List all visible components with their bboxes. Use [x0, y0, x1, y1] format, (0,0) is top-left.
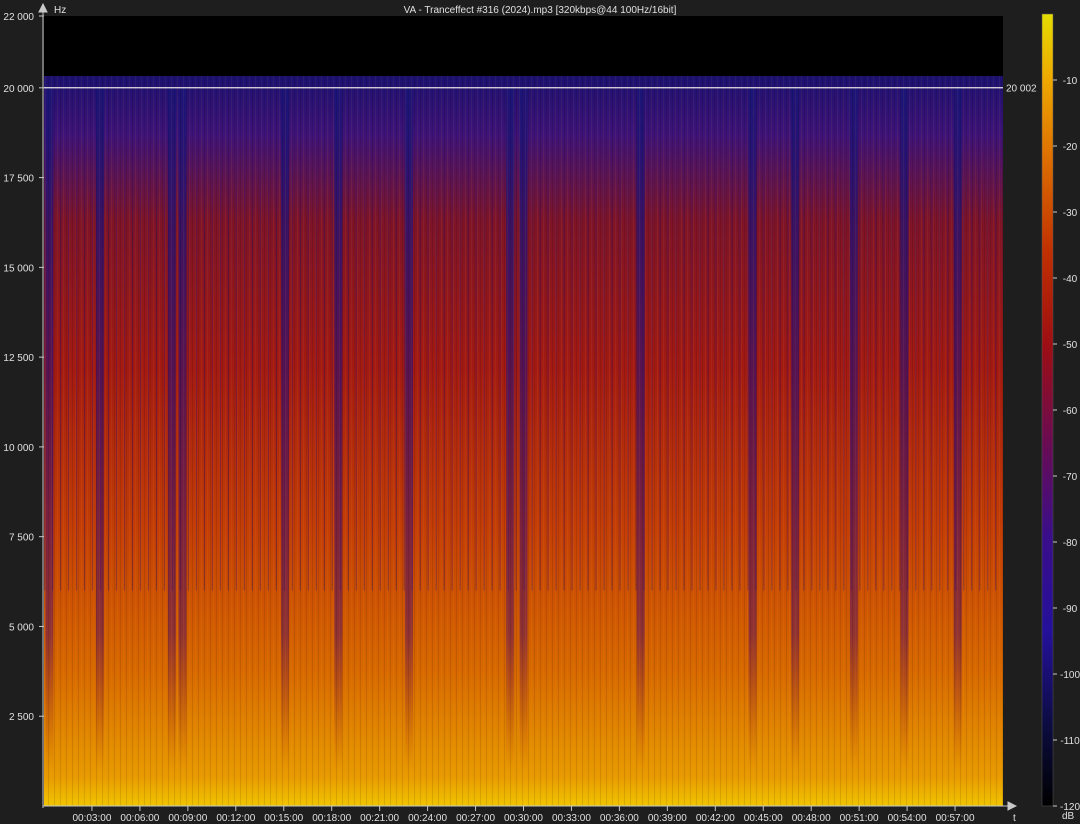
- x-tick-label: 00:33:00: [552, 813, 591, 824]
- x-tick-label: 00:12:00: [216, 813, 255, 824]
- y-tick-label: 20 000: [3, 84, 34, 95]
- y-tick-label: 7 500: [9, 533, 34, 544]
- colorbar-label: dB: [1062, 811, 1075, 822]
- x-tick-label: 00:30:00: [504, 813, 543, 824]
- colorbar-tick-label: -40: [1063, 274, 1078, 285]
- y-tick-label: 5 000: [9, 622, 34, 633]
- x-tick-label: 00:03:00: [72, 813, 111, 824]
- colorbar-tick-label: -90: [1063, 604, 1078, 615]
- spectrogram-texture: [44, 76, 1003, 806]
- x-axis-ticks: 00:03:00 00:06:00 00:09:00 00:12:00 00:15:00…: [72, 806, 975, 824]
- x-tick-label: 00:36:00: [600, 813, 639, 824]
- colorbar-tick-label: -70: [1063, 472, 1078, 483]
- x-tick-label: 00:39:00: [648, 813, 687, 824]
- x-tick-label: 00:21:00: [360, 813, 399, 824]
- colorbar-tick-label: -80: [1063, 538, 1078, 549]
- spectrogram-plot: [44, 16, 1003, 806]
- x-tick-label: 00:51:00: [840, 813, 879, 824]
- x-axis-label: t: [1013, 813, 1016, 824]
- y-axis-ticks: 2 500 5 000 7 500 10 000 12 500 15 000 17 500 2…: [3, 12, 44, 723]
- colorbar-tick-label: -100: [1060, 670, 1080, 681]
- y-tick-label: 17 500: [3, 174, 34, 185]
- cutoff-frequency-label: 20 002: [1006, 84, 1037, 95]
- y-tick-label: 22 000: [3, 12, 34, 23]
- y-axis-label: Hz: [54, 5, 66, 16]
- colorbar-tick-label: -30: [1063, 208, 1078, 219]
- colorbar: -10-20-30-40-50-60-70-80-90-100-110-120 …: [1041, 13, 1080, 822]
- y-tick-label: 15 000: [3, 263, 34, 274]
- colorbar-tick-label: -60: [1063, 406, 1078, 417]
- x-tick-label: 00:27:00: [456, 813, 495, 824]
- colorbar-gradient: [1041, 13, 1054, 807]
- y-tick-label: 10 000: [3, 443, 34, 454]
- y-axis-arrow-icon: [38, 2, 48, 13]
- spectrogram-chart: 2 500 5 000 7 500 10 000 12 500 15 000 17 500 2…: [3, 2, 1080, 824]
- x-axis-arrow-icon: [1007, 801, 1018, 811]
- colorbar-ticks: -10-20-30-40-50-60-70-80-90-100-110-120: [1053, 76, 1080, 813]
- colorbar-tick-label: -20: [1063, 142, 1078, 153]
- chart-title: VA - Tranceffect #316 (2024).mp3 [320kbp…: [404, 5, 677, 16]
- colorbar-tick-label: -10: [1063, 76, 1078, 87]
- colorbar-tick-label: -110: [1060, 736, 1080, 747]
- x-tick-label: 00:54:00: [888, 813, 927, 824]
- x-tick-label: 00:15:00: [264, 813, 303, 824]
- x-tick-label: 00:06:00: [120, 813, 159, 824]
- x-tick-label: 00:24:00: [408, 813, 447, 824]
- x-tick-label: 00:48:00: [792, 813, 831, 824]
- x-tick-label: 00:57:00: [936, 813, 975, 824]
- x-tick-label: 00:45:00: [744, 813, 783, 824]
- x-tick-label: 00:09:00: [168, 813, 207, 824]
- x-tick-label: 00:42:00: [696, 813, 735, 824]
- y-tick-label: 12 500: [3, 353, 34, 364]
- colorbar-tick-label: -50: [1063, 340, 1078, 351]
- x-tick-label: 00:18:00: [312, 813, 351, 824]
- y-tick-label: 2 500: [9, 712, 34, 723]
